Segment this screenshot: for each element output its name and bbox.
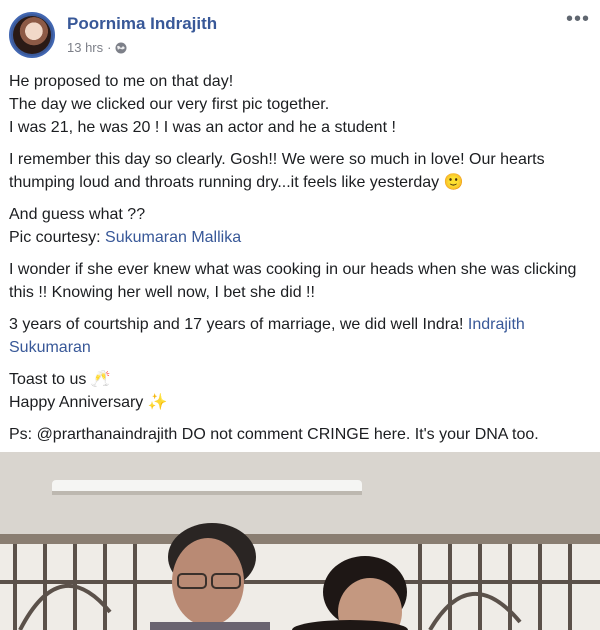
post-meta: 13 hrs ·: [67, 40, 127, 55]
text-line: Ps: @prarthanaindrajith DO not comment C…: [9, 426, 539, 443]
text-line: I was 21, he was 20 ! I was an actor and…: [9, 119, 396, 136]
avatar[interactable]: [9, 12, 55, 58]
globe-icon[interactable]: [115, 42, 127, 54]
text-line: The day we clicked our very first pic to…: [9, 96, 330, 113]
post-photo[interactable]: [0, 452, 600, 630]
meta-separator: ·: [107, 40, 112, 55]
post-header: Poornima Indrajith 13 hrs · •••: [0, 0, 600, 64]
paragraph-1: He proposed to me on that day! The day w…: [9, 70, 589, 139]
text-line: I remember this day so clearly. Gosh!! W…: [9, 151, 545, 191]
text-line: Toast to us: [9, 371, 87, 388]
paragraph-5: 3 years of courtship and 17 years of mar…: [9, 313, 589, 359]
text-line: He proposed to me on that day!: [9, 73, 234, 90]
couple-photo-image: [0, 452, 600, 630]
toast-emoji-icon: 🥂: [90, 371, 111, 388]
more-options-icon[interactable]: •••: [566, 8, 590, 31]
author-name[interactable]: Poornima Indrajith: [67, 14, 217, 34]
smile-emoji-icon: 🙂: [443, 174, 464, 191]
paragraph-4: I wonder if she ever knew what was cooki…: [9, 258, 589, 304]
timestamp[interactable]: 13 hrs: [67, 40, 103, 55]
paragraph-3: And guess what ?? Pic courtesy: Sukumara…: [9, 203, 589, 249]
text-line: And guess what ??: [9, 206, 146, 223]
text-line: 3 years of courtship and 17 years of mar…: [9, 316, 464, 333]
paragraph-7: Ps: @prarthanaindrajith DO not comment C…: [9, 423, 589, 446]
post-body: He proposed to me on that day! The day w…: [9, 70, 589, 455]
text-line: Happy Anniversary: [9, 394, 144, 411]
paragraph-6: Toast to us 🥂 Happy Anniversary ✨: [9, 368, 589, 414]
paragraph-2: I remember this day so clearly. Gosh!! W…: [9, 148, 589, 194]
courtesy-label: Pic courtesy:: [9, 229, 101, 246]
text-line: I wonder if she ever knew what was cooki…: [9, 261, 577, 301]
mention-link[interactable]: Sukumaran Mallika: [105, 229, 241, 246]
sparkles-emoji-icon: ✨: [147, 394, 168, 411]
